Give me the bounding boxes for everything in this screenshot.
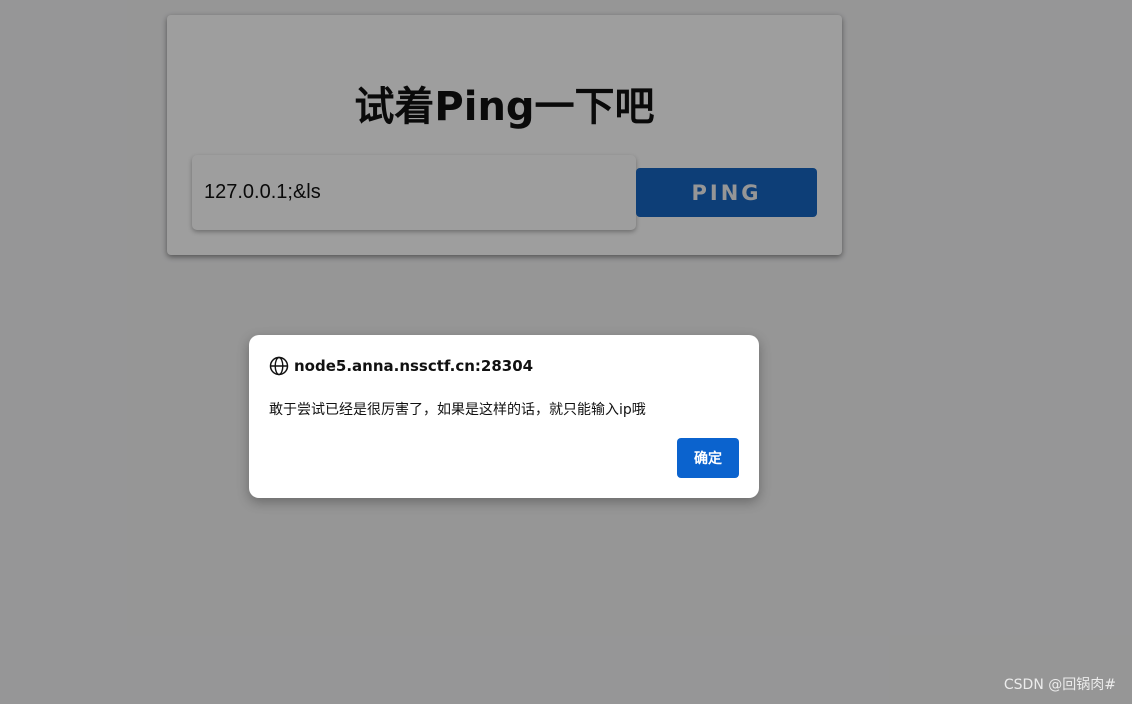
globe-icon (269, 356, 289, 376)
dialog-origin: node5.anna.nssctf.cn:28304 (294, 357, 534, 375)
csdn-watermark: CSDN @回锅肉# (1003, 677, 1116, 693)
alert-dialog: node5.anna.nssctf.cn:28304 敢于尝试已经是很厉害了，如… (249, 335, 759, 498)
dialog-header: node5.anna.nssctf.cn:28304 (269, 355, 533, 377)
ok-button[interactable]: 确定 (677, 438, 739, 478)
dialog-message: 敢于尝试已经是很厉害了，如果是这样的话，就只能输入ip哦 (269, 402, 646, 418)
